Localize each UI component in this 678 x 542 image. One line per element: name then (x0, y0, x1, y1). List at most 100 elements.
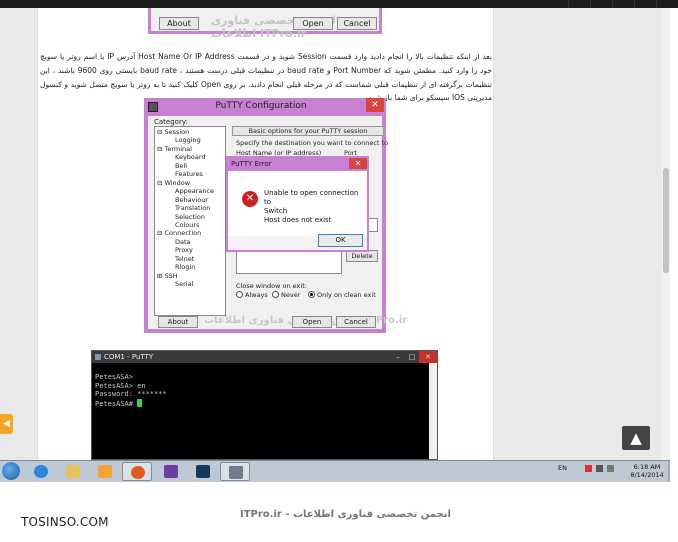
tosinso-logo: TOSINSO.COM (21, 515, 109, 529)
tree-item: Translation (155, 204, 225, 212)
toolbar-icon[interactable] (590, 0, 612, 8)
taskbar-app-putty[interactable] (220, 462, 250, 481)
putty-title-bar: PuTTY Configuration ✕ (144, 98, 386, 116)
tree-item-label: Proxy (175, 246, 193, 255)
error-body: ✕ Unable to open connection to Switch Ho… (228, 171, 367, 236)
footer-caption: انجمن تخصصی فناوری اطلاعات - ITPro.ir (240, 509, 451, 520)
terminal-title: COM1 - PuTTY (104, 353, 154, 361)
putty-icon (229, 466, 243, 479)
toolbar-icon[interactable] (568, 0, 590, 8)
flag-icon[interactable] (585, 465, 592, 472)
radio-circle (272, 291, 279, 298)
tree-item-label: Selection (175, 212, 205, 221)
tree-item-label: Telnet (175, 254, 195, 263)
tree-item: Features (155, 170, 225, 178)
close-icon: ✕ (419, 351, 437, 363)
system-tray: EN (558, 464, 614, 472)
taskbar-app-media[interactable] (90, 462, 120, 481)
minimize-icon: – (396, 353, 400, 361)
windows-taskbar: EN 6:18 AM 8/14/2014 (0, 460, 670, 483)
putty-terminal-window: COM1 - PuTTY – □ ✕ PetesASA> PetesASA> en… (91, 350, 438, 460)
taskbar-clock[interactable]: 6:18 AM 8/14/2014 (627, 463, 667, 479)
radio-never: Never (272, 291, 300, 299)
media-player-icon (98, 465, 112, 478)
radio-clean-exit: Only on clean exit (308, 291, 376, 299)
tree-item: Proxy (155, 246, 225, 254)
article-paragraph: بعد از اینکه تنظیمات بالا را انجام دادید… (40, 52, 492, 103)
toolbar-icon[interactable] (612, 0, 634, 8)
tree-item: Selection (155, 213, 225, 221)
radio-always: Always (236, 291, 268, 299)
tree-item: Logging (155, 136, 225, 144)
tree-item-label: Rlogin (175, 263, 196, 272)
clock-time: 6:18 AM (633, 463, 661, 471)
network-icon[interactable] (596, 465, 603, 472)
tree-expander-icon: ⊟ (157, 128, 163, 136)
taskbar-app-visual-studio[interactable] (156, 462, 186, 481)
open-button: Open (293, 17, 333, 30)
taskbar-app-photoshop[interactable] (188, 462, 218, 481)
terminal-output: PetesASA> PetesASA> en Password: ******* Pe… (95, 373, 167, 408)
tree-item-label: Colours (175, 220, 200, 229)
toolbar-icon[interactable] (656, 0, 678, 8)
about-button: About (158, 316, 198, 328)
image-footer: TOSINSO.COM انجمن تخصصی فناوری اطلاعات -… (0, 482, 678, 542)
terminal-title-bar: COM1 - PuTTY – □ ✕ (92, 351, 437, 363)
arrow-up-icon: ▲ (630, 429, 642, 447)
tree-item: Data (155, 238, 225, 246)
tree-item: ⊟ Session (155, 128, 225, 136)
tree-expander-icon: ⊟ (157, 229, 163, 238)
tree-item: Keyboard (155, 153, 225, 161)
tree-item: ⊟ Terminal (155, 145, 225, 153)
tree-item: Behaviour (155, 196, 225, 204)
screenshot-root: ◀ About انجمن تخصصی فناوری اطلاعات ITPro… (0, 0, 678, 542)
speaker-icon: ◀ (3, 419, 10, 429)
close-icon: ✕ (366, 98, 384, 112)
putty-error-dialog: PuTTY Error ✕ ✕ Unable to open connectio… (226, 156, 369, 252)
about-button: About (159, 17, 199, 30)
tree-item-label: Appearance (175, 187, 215, 196)
tree-expander-icon: ⊟ (157, 144, 163, 153)
show-desktop-button[interactable] (668, 461, 670, 483)
tree-item-label: SSH (164, 271, 178, 280)
browser-top-bar (0, 0, 678, 8)
tree-expander-icon: ⊞ (157, 271, 163, 280)
error-icon: ✕ (242, 191, 258, 207)
basic-options-header: Basic options for your PuTTY session (232, 126, 384, 136)
folder-icon (66, 465, 80, 478)
volume-icon[interactable] (607, 465, 614, 472)
tree-item: Rlogin (155, 263, 225, 271)
maximize-icon: □ (408, 353, 416, 361)
cancel-button: Cancel (336, 316, 376, 328)
tree-item-label: Terminal (164, 144, 192, 153)
specify-label: Specify the destination you want to conn… (236, 139, 389, 147)
language-indicator[interactable]: EN (558, 464, 567, 472)
close-window-label: Close window on exit: (236, 282, 307, 290)
clock-date: 8/14/2014 (630, 471, 664, 479)
scroll-to-top-button[interactable]: ▲ (622, 426, 650, 450)
tree-item: ⊞ SSH (155, 272, 225, 280)
scrollbar-thumb[interactable] (663, 168, 669, 273)
page-scrollbar[interactable] (662, 8, 670, 460)
taskbar-app-explorer[interactable] (58, 462, 88, 481)
taskbar-app-firefox[interactable] (122, 462, 152, 481)
tree-item: Serial (155, 280, 225, 288)
toolbar-icon[interactable] (634, 0, 656, 8)
start-button[interactable] (2, 462, 20, 480)
error-message: Unable to open connection to Switch Host… (264, 189, 359, 224)
tree-item: Appearance (155, 187, 225, 195)
tree-item: Colours (155, 221, 225, 229)
ie-icon (34, 465, 48, 478)
tree-item-label: Features (175, 170, 203, 179)
firefox-icon (131, 466, 145, 479)
terminal-scrollbar (429, 363, 437, 459)
category-label: Category: (154, 118, 188, 126)
tree-item-label: Logging (175, 136, 201, 145)
taskbar-app-ie[interactable] (26, 462, 56, 481)
tree-expander-icon: ⊟ (157, 178, 163, 187)
side-feedback-tab[interactable]: ◀ (0, 414, 13, 434)
photoshop-icon (196, 465, 210, 478)
tree-item-label: Window (164, 178, 191, 187)
tree-item: ⊟ Window (155, 179, 225, 187)
tree-item-label: Bell (175, 161, 188, 170)
